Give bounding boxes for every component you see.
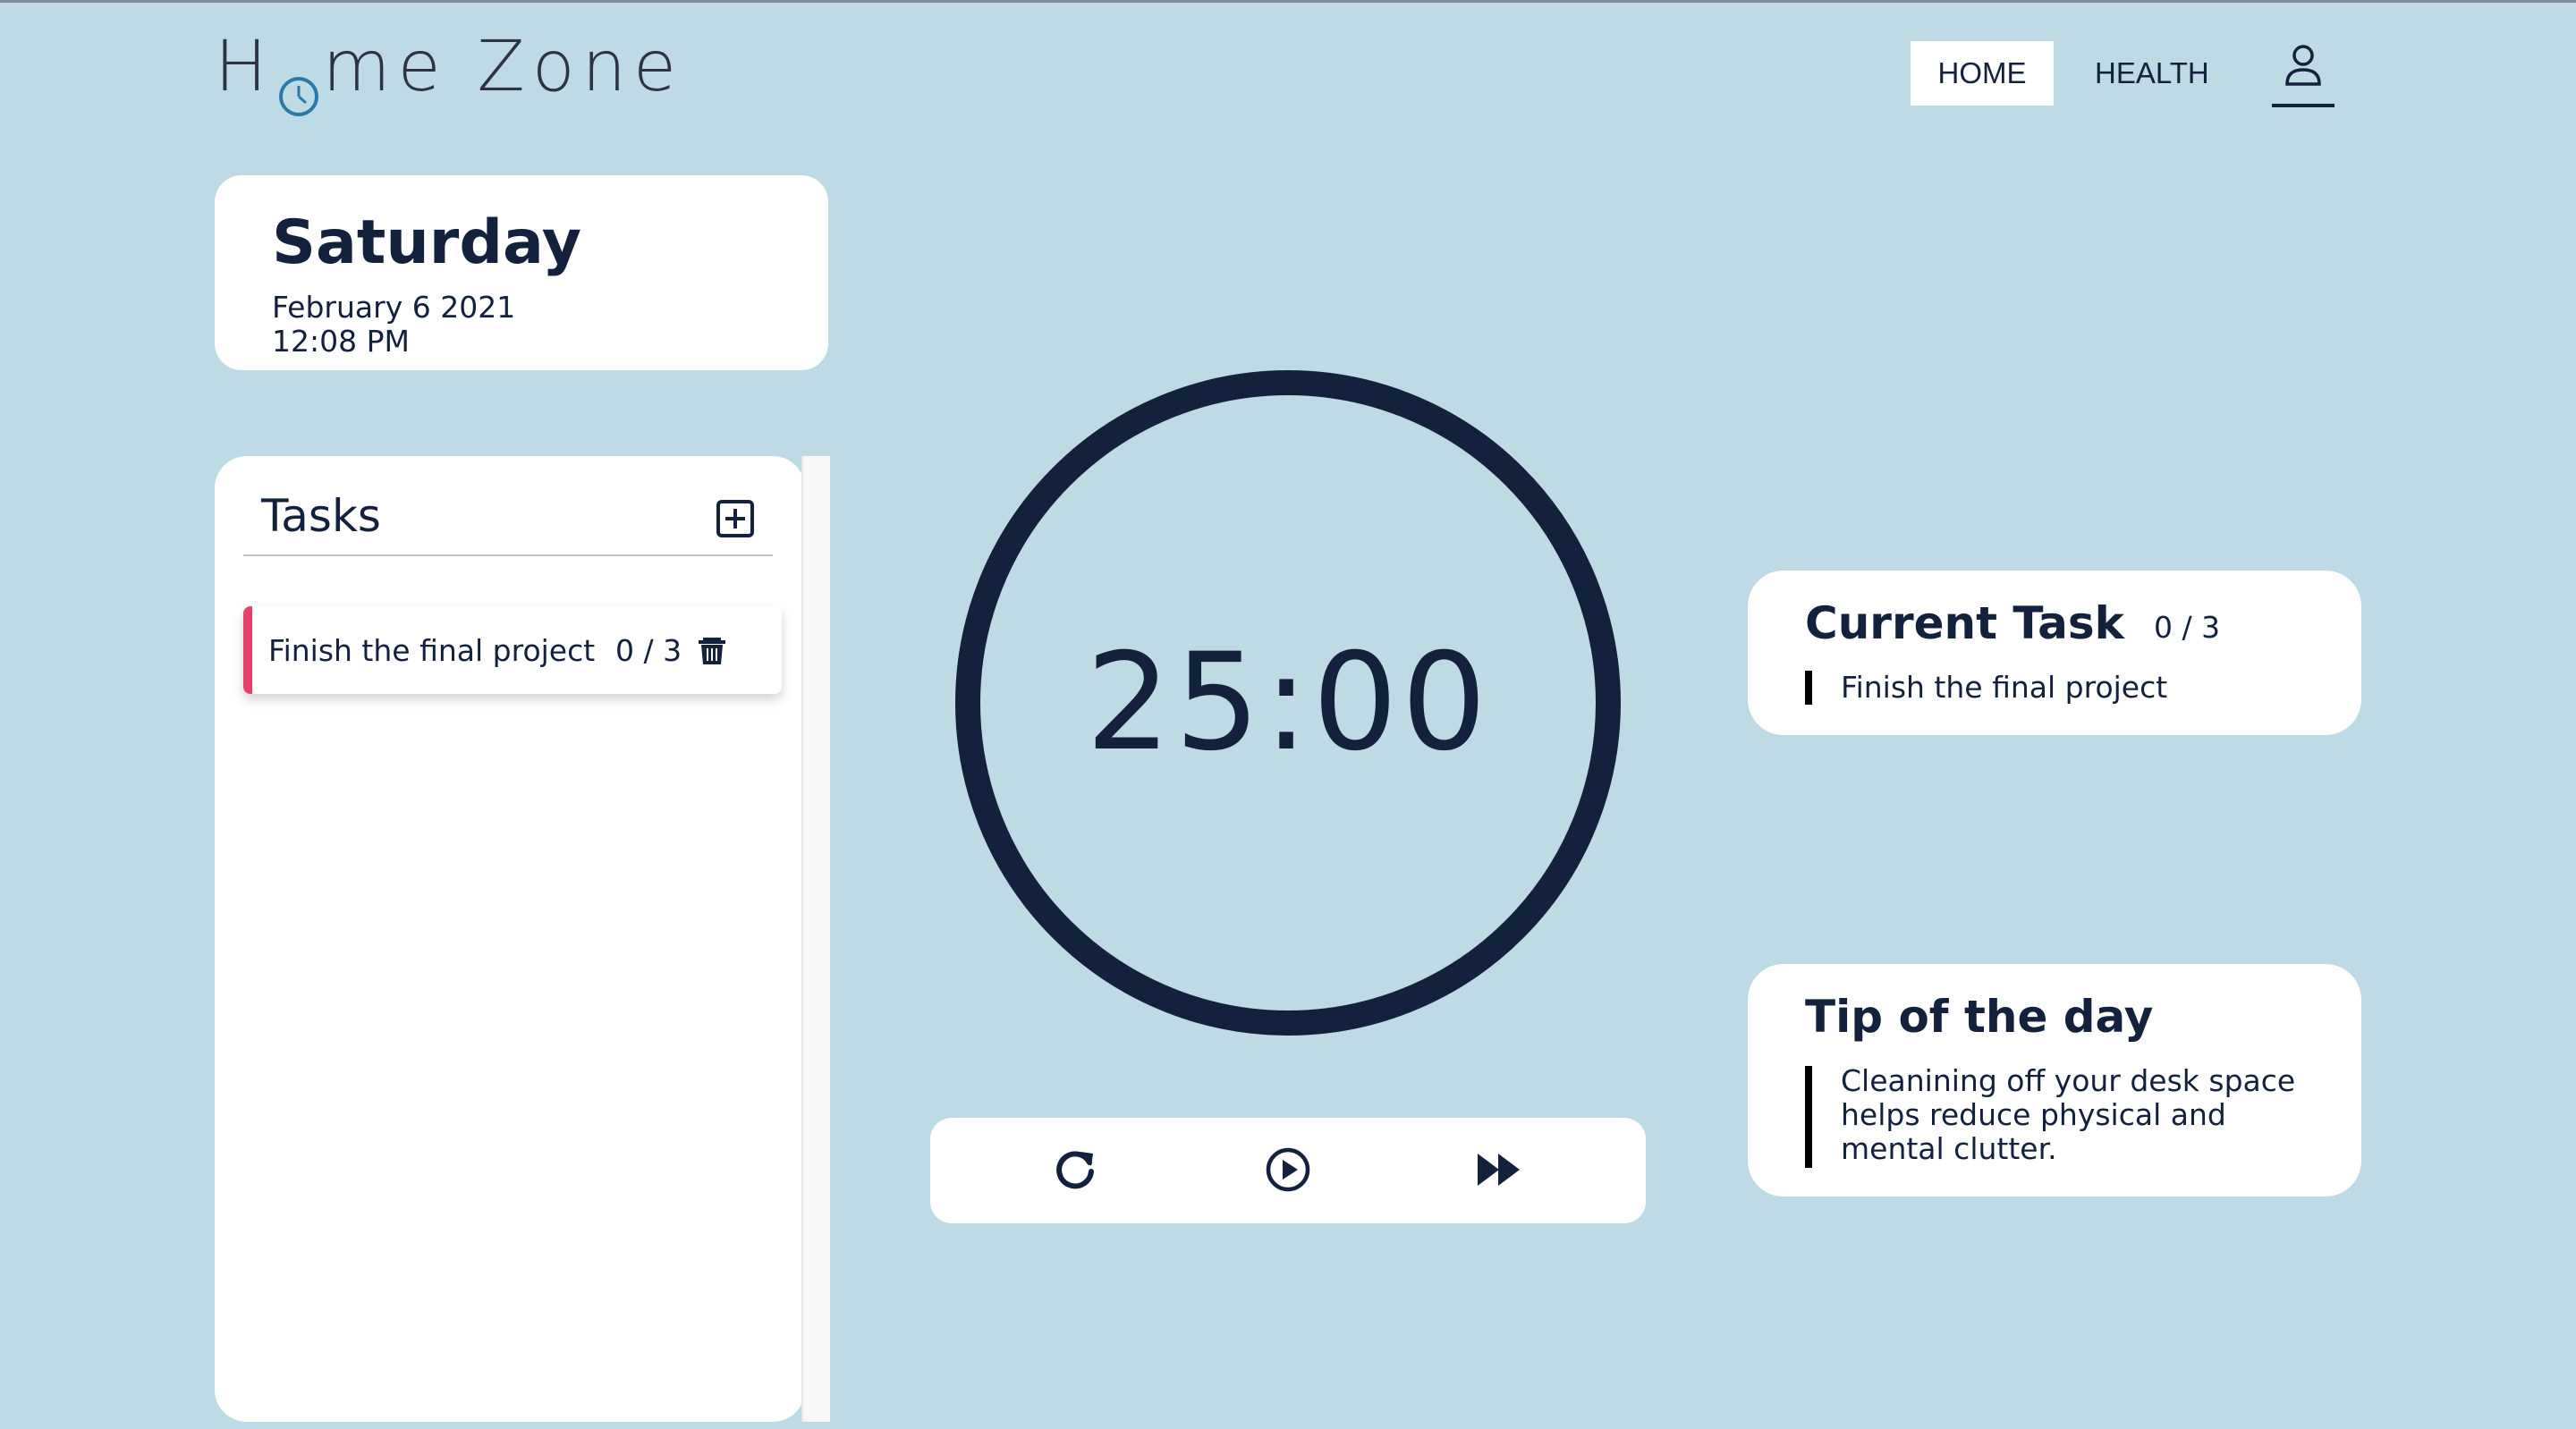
user-icon (2284, 43, 2323, 93)
clock-icon (278, 54, 319, 116)
current-time: 12:08 PM (272, 324, 410, 359)
date-card: Saturday February 6 2021 12:08 PM (215, 175, 828, 370)
user-account-button[interactable] (2272, 43, 2334, 107)
refresh-icon[interactable] (1050, 1145, 1100, 1195)
task-item[interactable]: Finish the final project 0 / 3 (243, 606, 782, 694)
current-task-title: Current Task (1805, 597, 2124, 649)
tip-line: helps reduce physical and (1841, 1097, 2226, 1132)
nav-home[interactable]: HOME (1911, 41, 2054, 106)
quote-bar (1805, 1066, 1812, 1168)
tasks-title: Tasks (261, 490, 381, 542)
plus-square-icon[interactable] (716, 499, 755, 538)
timer-controls (930, 1118, 1646, 1223)
tip-card: Tip of the day Cleanining off your desk … (1748, 964, 2361, 1196)
tasks-divider (243, 554, 773, 556)
play-circle-icon[interactable] (1263, 1145, 1313, 1195)
main-nav: HOME HEALTH (1911, 41, 2238, 106)
tip-text: Cleanining off your desk space helps red… (1841, 1064, 2295, 1166)
quote-bar (1805, 671, 1812, 705)
tip-line: Cleanining off your desk space (1841, 1063, 2296, 1098)
fast-forward-icon[interactable] (1474, 1145, 1524, 1195)
logo-text-start: H (215, 27, 275, 107)
current-date: February 6 2021 (272, 290, 516, 325)
tasks-panel: Tasks Finish the final project 0 / 3 (215, 456, 805, 1422)
nav-health[interactable]: HEALTH (2066, 41, 2238, 106)
current-task-name: Finish the final project (1841, 670, 2168, 705)
logo-text-end: me Zone (322, 27, 683, 107)
tasks-scrollbar[interactable] (801, 456, 830, 1422)
task-count: 0 / 3 (615, 632, 682, 668)
day-of-week: Saturday (272, 207, 582, 278)
tip-title: Tip of the day (1805, 991, 2154, 1043)
app-logo[interactable]: H me Zone (215, 27, 683, 116)
current-task-card: Current Task 0 / 3 Finish the final proj… (1748, 571, 2361, 735)
timer-display: 25:00 (1085, 625, 1491, 781)
task-label: Finish the final project (268, 632, 596, 668)
current-task-count: 0 / 3 (2154, 610, 2221, 645)
window-top-border (0, 0, 2576, 3)
tip-line: mental clutter. (1841, 1131, 2057, 1166)
trash-icon[interactable] (696, 634, 728, 666)
